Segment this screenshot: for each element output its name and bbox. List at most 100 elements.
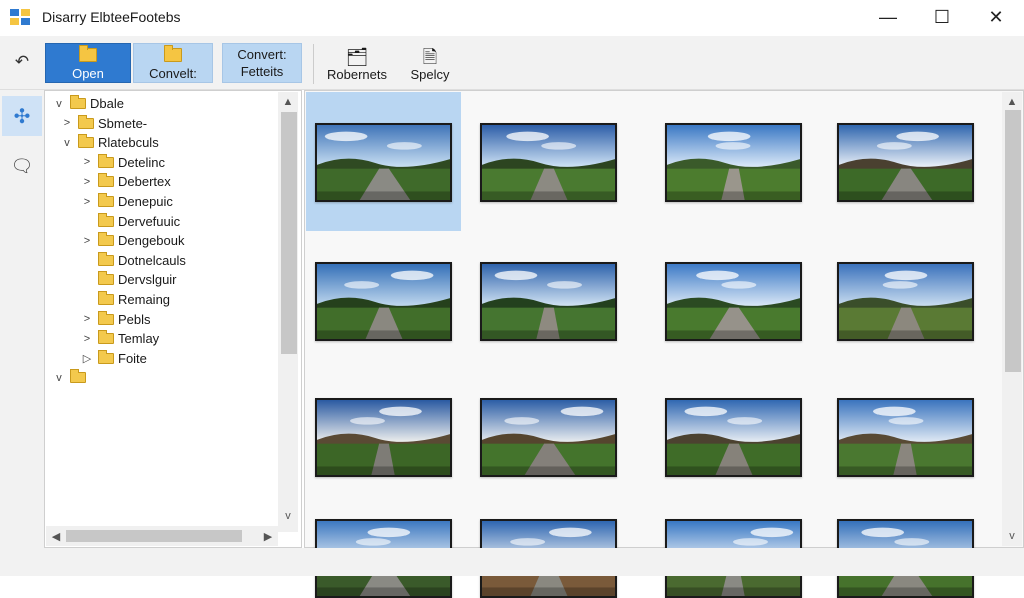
tree-scroll-right-button[interactable]: ▶ — [260, 528, 276, 544]
gallery-scroll-up-button[interactable]: ▲ — [1004, 94, 1020, 110]
convert-fetteits-line1: Convert: — [237, 47, 287, 62]
tree-chevron-icon[interactable]: > — [80, 333, 94, 345]
tree-chevron-icon[interactable]: > — [80, 156, 94, 168]
photo-thumbnail[interactable] — [315, 262, 452, 341]
landscape-photo — [482, 400, 615, 475]
folder-icon — [70, 369, 86, 384]
tree-item-label: Remaing — [118, 292, 171, 307]
tree-scroll-up-button[interactable]: ▲ — [280, 94, 296, 110]
tree-item-label: Dervefuuic — [118, 213, 181, 229]
folder-icon — [164, 45, 182, 62]
tree-item-label: Foite — [118, 350, 147, 366]
tree-item[interactable]: Dervslguir — [80, 270, 177, 289]
chat-icon[interactable]: 🗨 — [2, 146, 42, 186]
folder-icon — [98, 232, 114, 247]
tree-chevron-icon[interactable]: ▷ — [80, 352, 94, 365]
tree-item[interactable]: Remaing — [80, 290, 170, 309]
folder-icon — [79, 45, 97, 62]
toolbar-separator — [313, 44, 314, 84]
tree-chevron-icon[interactable]: > — [80, 196, 94, 208]
tree-item[interactable]: ▷ Foite — [80, 349, 147, 368]
spelcy-button[interactable]: 🗎 Spelcy — [402, 43, 458, 83]
gallery-scroll-thumb[interactable] — [1005, 110, 1021, 372]
spelcy-button-label: Spelcy — [410, 67, 450, 82]
photo-thumbnail[interactable] — [665, 398, 802, 477]
tree-horizontal-scroll-thumb[interactable] — [66, 530, 242, 542]
maximize-button[interactable]: ☐ — [916, 0, 968, 34]
tree-scroll-thumb[interactable] — [281, 112, 297, 354]
close-button[interactable]: ✕ — [970, 0, 1022, 34]
tree-item[interactable]: v — [52, 368, 90, 387]
folder-icon — [98, 212, 114, 227]
tree-chevron-icon[interactable]: > — [80, 235, 94, 247]
tree-scroll-down-button[interactable]: v — [280, 508, 296, 524]
tree-item-label: Dbale — [90, 96, 124, 111]
photo-thumbnail[interactable] — [480, 123, 617, 202]
tree-chevron-icon[interactable]: > — [60, 117, 74, 129]
convert-fetteits-button[interactable]: Convert: Fetteits — [222, 43, 302, 83]
pin-icon[interactable]: ✣ — [2, 96, 42, 136]
tree-item[interactable]: > Temlay — [80, 329, 159, 348]
left-rail: ✣ 🗨 — [0, 90, 44, 576]
landscape-photo — [667, 125, 800, 200]
toolbar: ↶ Open Convelt: Convert: Fetteits 🗂 Robe… — [0, 36, 1024, 90]
tree-item[interactable]: > Pebls — [80, 310, 151, 329]
photo-thumbnail[interactable] — [480, 262, 617, 341]
convert-button[interactable]: Convelt: — [133, 43, 213, 83]
folder-icon — [98, 291, 114, 305]
folder-icon — [78, 114, 94, 129]
robernets-button[interactable]: 🗂 Robernets — [320, 43, 394, 83]
convert-button-label: Convelt: — [149, 66, 197, 81]
tree-item[interactable]: Dotnelcauls — [80, 251, 186, 270]
robernets-button-label: Robernets — [327, 67, 387, 82]
photo-thumbnail[interactable] — [837, 398, 974, 477]
photo-thumbnail[interactable] — [315, 398, 452, 477]
photo-thumbnail[interactable] — [837, 262, 974, 341]
tree-item-label: Denepuic — [118, 194, 173, 209]
tree-item[interactable]: > Denepuic — [80, 192, 173, 211]
landscape-photo — [317, 125, 450, 200]
tree-chevron-icon[interactable]: v — [60, 137, 74, 149]
tree-chevron-icon[interactable]: v — [52, 372, 66, 384]
tree-item[interactable]: v Rlatebculs — [60, 133, 159, 152]
gallery-scroll-down-button[interactable]: v — [1004, 528, 1020, 544]
landscape-photo — [839, 125, 972, 200]
photo-thumbnail[interactable] — [837, 123, 974, 202]
open-button-label: Open — [72, 66, 104, 81]
photo-thumbnail[interactable] — [665, 123, 802, 202]
tree-item-label: Dengebouk — [118, 233, 185, 249]
document-icon: 🗎 — [422, 47, 438, 67]
tree-item[interactable]: > Detelinc — [80, 153, 165, 172]
photo-thumbnail[interactable] — [480, 398, 617, 477]
tree-chevron-icon[interactable]: v — [52, 98, 66, 110]
tree-item[interactable]: Dervefuuic — [80, 212, 180, 231]
folder-icon — [98, 153, 114, 168]
tree-item[interactable]: v Dbale — [52, 94, 124, 113]
minimize-button[interactable]: — — [862, 0, 914, 34]
photo-thumbnail[interactable] — [665, 262, 802, 341]
open-button[interactable]: Open — [45, 43, 131, 83]
folder-icon — [78, 134, 94, 149]
tree-chevron-icon[interactable]: > — [80, 176, 94, 188]
folder-icon — [98, 173, 114, 188]
landscape-photo — [839, 400, 972, 475]
landscape-photo — [839, 264, 972, 339]
tree-chevron-icon[interactable]: > — [80, 313, 94, 325]
tree-item[interactable]: > Debertex — [80, 172, 171, 191]
tree-item-label: Sbmete- — [98, 115, 148, 131]
tree-item[interactable]: > Sbmete- — [60, 114, 147, 133]
photo-thumbnail[interactable] — [315, 123, 452, 202]
app-logo-icon — [10, 9, 30, 25]
folder-icon — [98, 271, 114, 286]
tree-item-label: Debertex — [118, 174, 171, 190]
tree-item[interactable]: > Dengebouk — [80, 231, 185, 250]
back-icon[interactable]: ↶ — [8, 48, 36, 76]
folder-icon — [98, 349, 114, 364]
tree-scroll-left-button[interactable]: ◀ — [48, 528, 64, 544]
tree-item-label: Temlay — [118, 331, 160, 347]
window-title: Disarry ElbteeFootebs — [42, 9, 181, 25]
landscape-photo — [667, 400, 800, 475]
tree-item-label: Rlatebculs — [98, 135, 159, 151]
landscape-photo — [317, 264, 450, 339]
landscape-photo — [317, 400, 450, 475]
